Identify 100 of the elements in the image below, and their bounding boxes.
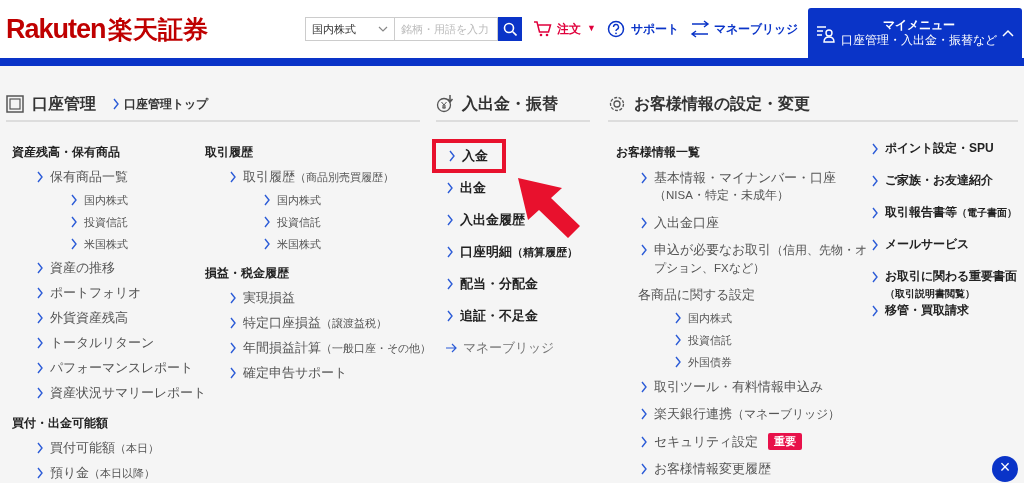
chevron-icon <box>36 466 44 479</box>
chevron-icon <box>36 361 44 374</box>
nav-link[interactable]: 注文 ▼ <box>533 20 596 38</box>
menu-link[interactable]: マネーブリッジ <box>463 338 554 358</box>
menu-link[interactable]: 取引履歴（商品別売買履歴） <box>243 166 394 187</box>
group-heading: 損益・税金履歴 <box>205 265 290 282</box>
chevron-icon <box>263 194 271 206</box>
menu-link[interactable]: 楽天銀行連携（マネーブリッジ） <box>654 405 840 423</box>
menu-link[interactable]: 入出金履歴 <box>460 210 525 230</box>
search-icon <box>503 22 518 36</box>
menu-link[interactable]: ご家族・お友達紹介 <box>885 172 993 189</box>
settings-icon <box>608 95 626 113</box>
sub-link[interactable]: 国内株式 <box>277 191 321 209</box>
group-label: 各商品に関する設定 <box>637 285 756 304</box>
chevron-icon <box>640 408 648 420</box>
logo-text: 楽天証券 <box>107 13 208 45</box>
brand-logo[interactable]: Rakuten <box>6 8 106 50</box>
menu-link[interactable]: 口座明細（精算履歴） <box>460 242 578 262</box>
menu-link[interactable]: お取引に関わる重要書面 （取引説明書閲覧） <box>885 268 1018 302</box>
group-heading: お客様情報一覧 <box>616 144 701 161</box>
menu-link[interactable]: 移管・買取請求 <box>885 302 969 319</box>
chevron-icon <box>448 150 456 162</box>
arrow-icon <box>446 342 457 354</box>
menu-link[interactable]: 実現損益 <box>243 287 295 308</box>
menu-link[interactable]: 保有商品一覧 <box>50 166 128 187</box>
chevron-icon <box>36 336 44 349</box>
menu-link[interactable]: メールサービス <box>885 236 969 253</box>
menu-link[interactable]: 資産状況サマリーレポート <box>50 382 206 403</box>
chevron-icon <box>1002 28 1014 38</box>
chevron-icon <box>36 170 44 183</box>
sub-link[interactable]: 米国株式 <box>277 235 321 253</box>
chevron-icon <box>871 207 879 219</box>
chevron-icon <box>640 217 648 229</box>
chevron-icon <box>674 356 682 368</box>
menu-link[interactable]: ポイント設定・SPU <box>885 140 994 157</box>
chevron-icon <box>70 216 78 228</box>
menu-link[interactable]: 基本情報・マイナンバー・口座 （NISA・特定・未成年） <box>654 169 869 204</box>
group-heading: 資産残高・保有商品 <box>12 144 121 161</box>
sub-link[interactable]: 外国債券 <box>688 353 732 371</box>
chevron-icon <box>446 246 454 258</box>
sub-link[interactable]: 国内株式 <box>84 191 128 209</box>
sub-link[interactable]: 投資信託 <box>277 213 321 231</box>
chevron-icon <box>70 194 78 206</box>
chevron-icon <box>640 172 648 184</box>
menu-link[interactable]: 預り金（本日以降） <box>50 462 155 483</box>
section-title: 入出金・振替 <box>462 94 558 114</box>
chevron-icon <box>640 244 648 256</box>
menu-link[interactable]: 配当・分配金 <box>460 274 538 294</box>
sub-link[interactable]: 国内株式 <box>688 309 732 327</box>
chevron-icon <box>36 311 44 324</box>
chevron-icon <box>70 238 78 250</box>
menu-link[interactable]: トータルリターン <box>50 332 154 353</box>
chevron-icon <box>871 271 879 283</box>
section-title: お客様情報の設定・変更 <box>634 94 810 114</box>
chevron-icon <box>229 341 237 354</box>
chevron-icon <box>229 170 237 183</box>
sub-link[interactable]: 米国株式 <box>84 235 128 253</box>
chevron-icon <box>871 305 879 317</box>
menu-link[interactable]: 確定申告サポート <box>243 362 347 383</box>
chevron-icon <box>36 441 44 454</box>
menu-link[interactable]: ポートフォリオ <box>50 282 141 303</box>
menu-link[interactable]: 特定口座損益（譲渡益税） <box>243 312 387 333</box>
sub-link[interactable]: 投資信託 <box>84 213 128 231</box>
chevron-icon <box>871 239 879 251</box>
chevron-icon <box>446 310 454 322</box>
chevron-icon <box>871 143 879 155</box>
menu-link[interactable]: 申込が必要なお取引（信用、先物・オプション、FXなど） <box>654 241 869 277</box>
menu-link[interactable]: 入金 <box>462 146 488 166</box>
chevron-icon <box>229 291 237 304</box>
breadcrumb-link[interactable]: 口座管理トップ <box>112 95 208 113</box>
menu-link[interactable]: 取引報告書等（電子書面） <box>885 204 1017 221</box>
section-title: 口座管理 <box>32 94 96 114</box>
chevron-icon <box>229 366 237 379</box>
menu-link[interactable]: 買付可能額（本日） <box>50 437 159 458</box>
menu-link[interactable]: セキュリティ設定 <box>654 433 758 450</box>
menu-link[interactable]: パフォーマンスレポート <box>50 357 193 378</box>
menu-link[interactable]: 取引ツール・有料情報申込み <box>654 378 823 395</box>
chevron-icon <box>36 261 44 274</box>
menu-link[interactable]: 追証・不足金 <box>460 306 538 326</box>
chevron-icon <box>640 436 648 448</box>
menu-link[interactable]: 入出金口座 <box>654 214 719 231</box>
chevron-icon <box>640 463 648 475</box>
nav-link[interactable]: サポート <box>607 20 679 38</box>
menu-link[interactable]: 出金 <box>460 178 486 198</box>
my-menu-button[interactable]: マイメニュー 口座管理・入出金・振替など <box>808 8 1022 58</box>
menu-link[interactable]: 資産の推移 <box>50 257 115 278</box>
sub-link[interactable]: 投資信託 <box>688 331 732 349</box>
chevron-icon <box>263 238 271 250</box>
chevron-icon <box>674 312 682 324</box>
menu-subtitle: 口座管理・入出金・振替など <box>840 33 997 48</box>
category-dropdown[interactable]: 国内株式 <box>305 17 396 41</box>
search-button[interactable] <box>498 17 523 41</box>
nav-link[interactable]: マネーブリッジ <box>690 20 798 38</box>
menu-title: マイメニュー <box>882 18 955 33</box>
menu-link[interactable]: 年間損益計算（一般口座・その他） <box>243 337 431 358</box>
menu-link[interactable]: お客様情報変更履歴 <box>654 460 771 477</box>
search-field[interactable]: 銘柄・用語を入力 <box>395 17 499 41</box>
menu-link[interactable]: 外貨資産残高 <box>50 307 128 328</box>
close-button[interactable]: × <box>992 456 1018 482</box>
chevron-icon <box>446 278 454 290</box>
